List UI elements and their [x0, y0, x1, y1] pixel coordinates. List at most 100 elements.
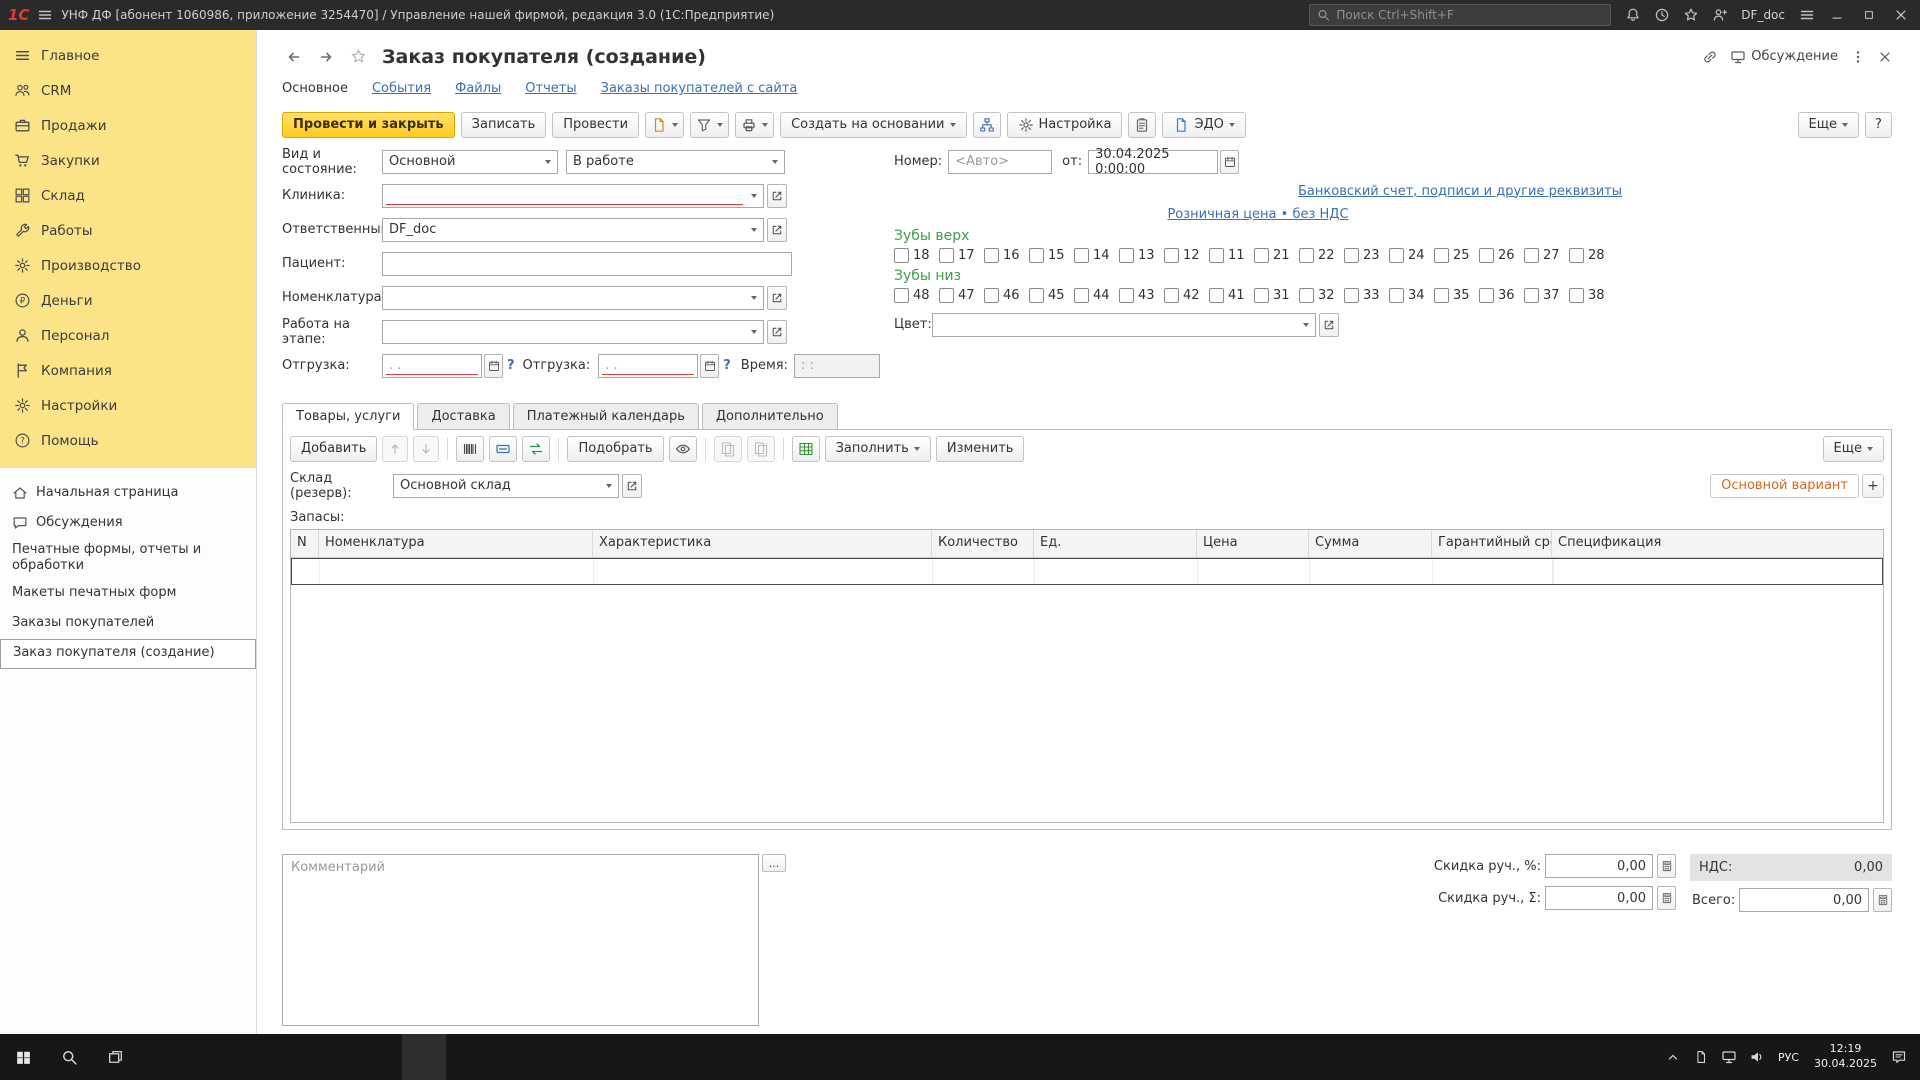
- checkbox[interactable]: [1254, 248, 1269, 263]
- checkbox[interactable]: [1479, 248, 1494, 263]
- checkbox[interactable]: [1254, 288, 1269, 303]
- tooth-checkbox-18[interactable]: 18: [894, 248, 939, 263]
- table-row[interactable]: [291, 558, 1883, 585]
- more-button[interactable]: Еще: [1798, 112, 1859, 138]
- checkbox[interactable]: [1074, 248, 1089, 263]
- notifications-button[interactable]: [1619, 2, 1646, 28]
- column-header[interactable]: Гарантийный срок: [1432, 530, 1552, 557]
- checkbox[interactable]: [1209, 248, 1224, 263]
- checkbox[interactable]: [1299, 288, 1314, 303]
- minimize-button[interactable]: [1822, 2, 1852, 28]
- tooth-checkbox-14[interactable]: 14: [1074, 248, 1119, 263]
- checkbox[interactable]: [939, 248, 954, 263]
- checkbox[interactable]: [1119, 248, 1134, 263]
- tooth-checkbox-22[interactable]: 22: [1299, 248, 1344, 263]
- comment-expand-button[interactable]: ...: [762, 854, 786, 872]
- dropdown-zone[interactable]: [766, 151, 784, 173]
- create-document-button[interactable]: [645, 112, 684, 138]
- sidebar-item-print-layouts[interactable]: Макеты печатных форм: [0, 579, 256, 609]
- checkbox[interactable]: [1569, 288, 1584, 303]
- dropdown-zone[interactable]: [600, 475, 618, 497]
- discussion-button[interactable]: Обсуждение: [1730, 49, 1838, 65]
- tab-files[interactable]: Файлы: [455, 81, 501, 96]
- start-button[interactable]: [0, 1034, 46, 1080]
- clinic-combo[interactable]: [382, 184, 764, 208]
- paste-rows-button[interactable]: [747, 436, 775, 462]
- checkbox[interactable]: [894, 288, 909, 303]
- table-cell[interactable]: [1310, 559, 1433, 584]
- user-account-button[interactable]: [1706, 2, 1733, 28]
- number-field[interactable]: <Авто>: [948, 150, 1052, 174]
- checkbox[interactable]: [1119, 288, 1134, 303]
- shipment2-calendar-button[interactable]: [700, 354, 719, 378]
- tooth-checkbox-45[interactable]: 45: [1029, 288, 1074, 303]
- checkbox[interactable]: [1074, 288, 1089, 303]
- write-button[interactable]: Записать: [461, 112, 547, 138]
- variant-button[interactable]: Основной вариант: [1710, 474, 1859, 498]
- copy-rows-button[interactable]: [714, 436, 742, 462]
- table-cell[interactable]: [1035, 559, 1198, 584]
- taskbar-app-telegram[interactable]: [270, 1034, 314, 1080]
- tooth-checkbox-43[interactable]: 43: [1119, 288, 1164, 303]
- nomenclature-open-button[interactable]: [767, 286, 787, 310]
- tray-expand-button[interactable]: [1659, 1034, 1687, 1080]
- tooth-checkbox-16[interactable]: 16: [984, 248, 1029, 263]
- discount-pct-calc-button[interactable]: [1657, 854, 1676, 878]
- sidebar-item-main[interactable]: Главное: [0, 38, 256, 73]
- checkbox[interactable]: [1209, 288, 1224, 303]
- tray-doc-button[interactable]: [1687, 1034, 1715, 1080]
- taskbar-app-blue1[interactable]: [314, 1034, 358, 1080]
- tooth-checkbox-41[interactable]: 41: [1209, 288, 1254, 303]
- table-cell[interactable]: [1198, 559, 1310, 584]
- tab-main[interactable]: Основное: [282, 81, 348, 96]
- table-cell[interactable]: [933, 559, 1035, 584]
- tab-reports[interactable]: Отчеты: [525, 81, 576, 96]
- column-header[interactable]: N: [291, 530, 319, 557]
- taskbar-app-chrome[interactable]: [182, 1034, 226, 1080]
- barcode-button[interactable]: [456, 436, 484, 462]
- tooth-checkbox-37[interactable]: 37: [1524, 288, 1569, 303]
- sidebar-item-crm[interactable]: CRM: [0, 73, 256, 108]
- tooth-checkbox-42[interactable]: 42: [1164, 288, 1209, 303]
- sidebar-item-print-forms[interactable]: Печатные формы, отчеты и обработки: [0, 538, 256, 579]
- checkbox[interactable]: [1029, 248, 1044, 263]
- help-button[interactable]: ?: [1865, 112, 1892, 138]
- structure-button[interactable]: [973, 112, 1001, 138]
- tooth-checkbox-26[interactable]: 26: [1479, 248, 1524, 263]
- sidebar-item-works[interactable]: Работы: [0, 213, 256, 248]
- checkbox[interactable]: [1164, 248, 1179, 263]
- discount-sum-calc-button[interactable]: [1657, 886, 1676, 910]
- sidebar-item-warehouse[interactable]: Склад: [0, 178, 256, 213]
- checkbox[interactable]: [984, 248, 999, 263]
- taskbar-app-explorer[interactable]: [226, 1034, 270, 1080]
- close-window-button[interactable]: [1886, 2, 1916, 28]
- responsible-combo[interactable]: DF_doc: [382, 218, 764, 242]
- taskbar-app-wnd[interactable]: Wnd: [138, 1034, 182, 1080]
- tooth-checkbox-11[interactable]: 11: [1209, 248, 1254, 263]
- checkbox[interactable]: [1389, 288, 1404, 303]
- tooth-checkbox-33[interactable]: 33: [1344, 288, 1389, 303]
- tab-additional[interactable]: Дополнительно: [702, 403, 838, 430]
- tooth-checkbox-12[interactable]: 12: [1164, 248, 1209, 263]
- get-link-button[interactable]: [1702, 49, 1718, 65]
- tooth-checkbox-34[interactable]: 34: [1389, 288, 1434, 303]
- global-search[interactable]: [1309, 4, 1611, 26]
- task-view-button[interactable]: [92, 1034, 138, 1080]
- table-cell[interactable]: [292, 559, 320, 584]
- order-state-combo[interactable]: В работе: [566, 150, 785, 174]
- nomenclature-combo[interactable]: [382, 286, 764, 310]
- filter-button[interactable]: [690, 112, 729, 138]
- sidebar-item-sales[interactable]: Продажи: [0, 108, 256, 143]
- forward-button[interactable]: [314, 45, 338, 69]
- table-cell[interactable]: [1433, 559, 1553, 584]
- checkbox[interactable]: [984, 288, 999, 303]
- date-field[interactable]: 30.04.2025 0:00:00: [1088, 150, 1218, 174]
- column-header[interactable]: Характеристика: [593, 530, 932, 557]
- clinic-open-button[interactable]: [767, 184, 787, 208]
- favorites-button[interactable]: [1677, 2, 1704, 28]
- color-open-button[interactable]: [1319, 313, 1339, 337]
- shipment2-help-mark[interactable]: ?: [719, 358, 735, 373]
- sidebar-item-purchases[interactable]: Закупки: [0, 143, 256, 178]
- checkbox[interactable]: [1569, 248, 1584, 263]
- tab-goods-services[interactable]: Товары, услуги: [282, 403, 414, 430]
